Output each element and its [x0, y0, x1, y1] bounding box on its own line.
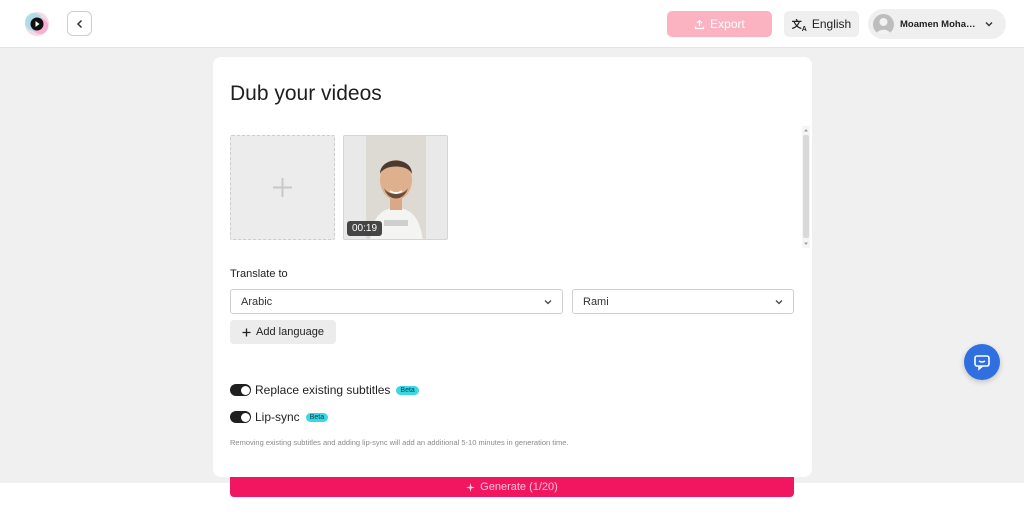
- avatar: [873, 13, 894, 35]
- scroll-up-icon: [804, 129, 808, 132]
- scroll-down-icon: [804, 242, 808, 245]
- add-video-tile[interactable]: [230, 135, 335, 240]
- chevron-down-icon: [985, 22, 993, 27]
- replace-subtitles-option: Replace existing subtitles Beta: [230, 383, 419, 397]
- export-button[interactable]: Export: [667, 11, 772, 37]
- chevron-down-icon: [544, 300, 552, 305]
- voice-select[interactable]: Rami: [572, 289, 794, 314]
- translate-icon: 文A: [791, 19, 807, 33]
- chevron-left-icon: [76, 19, 82, 28]
- upload-icon: [695, 19, 705, 29]
- lip-sync-toggle[interactable]: [230, 411, 251, 423]
- plus-icon: [242, 328, 251, 336]
- back-button[interactable]: [67, 11, 92, 36]
- translate-to-label: Translate to: [230, 268, 288, 280]
- top-bar: Export 文A English Moamen Moham…: [0, 0, 1024, 48]
- chevron-down-icon: [775, 300, 783, 305]
- scrollbar-thumb[interactable]: [803, 135, 809, 238]
- lip-sync-option: Lip-sync Beta: [230, 410, 329, 424]
- page-title: Dub your videos: [230, 82, 382, 105]
- scrollbar[interactable]: [802, 126, 810, 248]
- generate-label: Generate (1/20): [480, 481, 558, 493]
- export-label: Export: [710, 17, 745, 31]
- chat-button[interactable]: [964, 344, 1000, 380]
- generate-button[interactable]: Generate (1/20): [230, 477, 794, 497]
- video-duration: 00:19: [347, 221, 383, 236]
- generation-time-note: Removing existing subtitles and adding l…: [230, 438, 569, 447]
- user-menu[interactable]: Moamen Moham…: [868, 9, 1006, 39]
- target-language-select[interactable]: Arabic: [230, 289, 563, 314]
- chat-icon: [974, 355, 990, 371]
- lip-sync-label: Lip-sync: [255, 410, 300, 424]
- plus-icon: [273, 178, 292, 197]
- beta-badge: Beta: [305, 412, 329, 422]
- replace-subtitles-label: Replace existing subtitles: [255, 383, 391, 397]
- beta-badge: Beta: [396, 385, 419, 395]
- voice-value: Rami: [583, 295, 609, 308]
- dubbing-panel: Dub your videos 00:19 Translate to Arabi…: [213, 57, 812, 477]
- app-logo-icon[interactable]: [23, 10, 51, 38]
- sparkle-icon: [466, 482, 476, 492]
- language-button[interactable]: 文A English: [784, 11, 859, 37]
- add-language-button[interactable]: Add language: [230, 320, 336, 344]
- target-language-value: Arabic: [241, 295, 273, 308]
- add-language-label: Add language: [256, 326, 324, 338]
- language-label: English: [811, 17, 852, 31]
- video-thumbnail[interactable]: 00:19: [343, 135, 448, 240]
- replace-subtitles-toggle[interactable]: [230, 384, 251, 396]
- user-name: Moamen Moham…: [900, 18, 978, 30]
